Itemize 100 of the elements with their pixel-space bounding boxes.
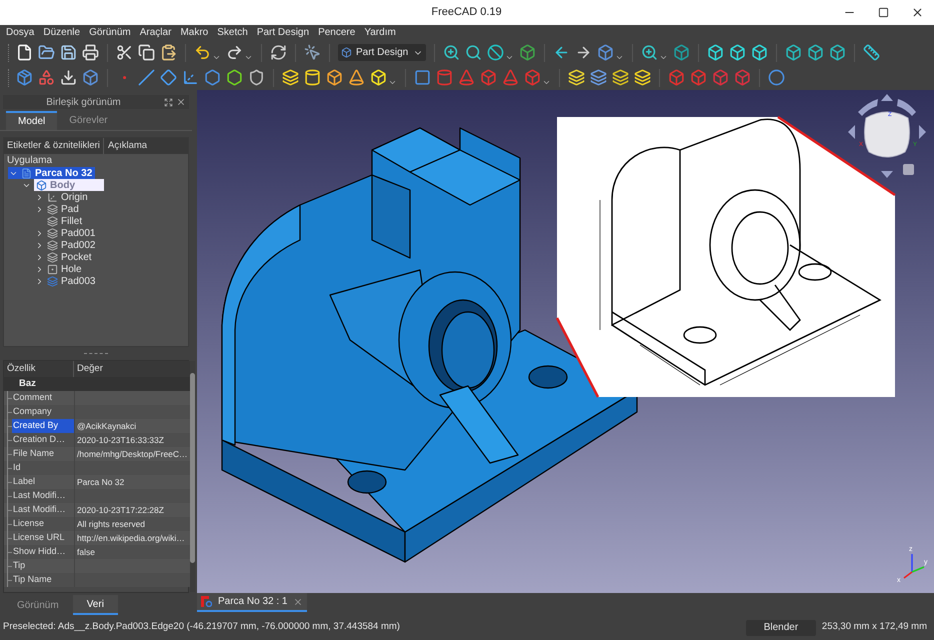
property-value[interactable]: @AcikKaynakci (77, 420, 136, 432)
magnifier-icon[interactable] (465, 44, 482, 61)
magnifier-icon[interactable] (641, 44, 658, 61)
property-value[interactable]: Parca No 32 (77, 476, 124, 488)
property-name[interactable]: Created By (12, 419, 74, 433)
layers-icon[interactable] (634, 69, 651, 86)
tree-item[interactable]: Pad001 (34, 227, 98, 239)
menu-item[interactable]: Pencere (318, 25, 356, 40)
file-icon[interactable] (16, 44, 33, 61)
cube-icon[interactable] (751, 44, 768, 61)
layers-icon[interactable] (612, 69, 629, 86)
panel-tab[interactable]: Model (6, 111, 58, 130)
layers-icon[interactable] (282, 69, 299, 86)
navigation-cube-drawing[interactable] (848, 94, 926, 178)
close-icon[interactable] (911, 6, 924, 19)
cube-icon[interactable] (707, 44, 724, 61)
caret-icon[interactable] (388, 78, 397, 87)
download-icon[interactable] (60, 69, 77, 86)
property-value[interactable]: All rights reserved (77, 518, 146, 530)
tree-item[interactable]: Parca No 32 (8, 167, 96, 179)
property-value[interactable]: http://en.wikipedia.org/wiki… (77, 532, 185, 544)
undo-icon[interactable] (194, 44, 211, 61)
cube-icon[interactable] (82, 69, 99, 86)
copy-icon[interactable] (138, 44, 155, 61)
property-value[interactable]: /home/mhg/Desktop/FreeC… (77, 448, 188, 460)
tree-item[interactable]: Hole (34, 263, 85, 275)
panel-tab[interactable]: Görevler (57, 111, 120, 130)
property-name[interactable]: License (12, 517, 74, 531)
scissors-icon[interactable] (116, 44, 133, 61)
shield-icon[interactable] (248, 69, 265, 86)
shapes-icon[interactable] (38, 69, 55, 86)
hexagon-icon[interactable] (226, 69, 243, 86)
clipboard-icon[interactable] (160, 44, 177, 61)
folder-icon[interactable] (38, 44, 55, 61)
maximize-icon[interactable] (878, 7, 889, 18)
cube-icon[interactable] (807, 44, 824, 61)
column-header[interactable]: Etiketler & öznitelikleri (4, 138, 104, 154)
menu-item[interactable]: Makro (180, 25, 208, 40)
property-value[interactable]: 2020-10-23T16:33:33Z (77, 434, 164, 446)
refresh-icon[interactable] (270, 44, 287, 61)
property-name[interactable]: File Name (12, 447, 74, 461)
scrollbar[interactable] (190, 361, 195, 592)
tree-item[interactable]: Pad003 (34, 275, 98, 287)
menu-item[interactable]: Araçlar (140, 25, 172, 40)
property-name[interactable]: Label (12, 475, 74, 489)
zoom-icon[interactable] (443, 44, 460, 61)
cylinder-icon[interactable] (304, 69, 321, 86)
axes-icon[interactable] (182, 69, 199, 86)
cube-icon[interactable] (729, 44, 746, 61)
cube-icon[interactable] (673, 44, 690, 61)
layers-icon[interactable] (590, 69, 607, 86)
sphere-icon[interactable] (768, 69, 785, 86)
cube-icon[interactable] (519, 44, 536, 61)
tree-item[interactable]: Pad002 (34, 239, 98, 251)
panel-tab[interactable]: Görünüm (3, 595, 73, 615)
square-icon[interactable] (414, 69, 431, 86)
column-header[interactable]: Açıklama (104, 138, 188, 154)
menu-item[interactable]: Sketch (217, 25, 248, 40)
property-name[interactable]: Creation D… (12, 433, 74, 447)
menu-item[interactable]: Dosya (6, 25, 34, 40)
cube-icon[interactable] (785, 44, 802, 61)
menu-item[interactable]: Görünüm (89, 25, 131, 40)
caret-icon[interactable] (244, 53, 253, 62)
caret-icon[interactable] (615, 53, 624, 62)
panel-tab[interactable]: Veri (72, 595, 118, 615)
caret-icon[interactable] (505, 53, 514, 62)
menu-item[interactable]: Part Design (256, 25, 310, 40)
back-arrow-icon[interactable] (553, 44, 570, 61)
property-name[interactable]: Last Modifi… (12, 503, 74, 517)
navigation-style-button[interactable]: Blender (746, 620, 816, 636)
diamond-icon[interactable] (160, 69, 177, 86)
layers-icon[interactable] (568, 69, 585, 86)
property-value[interactable]: 2020-10-23T17:22:28Z (77, 504, 164, 516)
cube-icon[interactable] (829, 44, 846, 61)
document-tab[interactable]: Parca No 32 : 1 (197, 593, 308, 612)
menu-item[interactable]: Düzenle (43, 25, 80, 40)
property-name[interactable]: License URL (12, 531, 74, 545)
tree-item[interactable]: Body (21, 179, 107, 191)
rename-field[interactable]: Body (34, 179, 104, 191)
ruler-icon[interactable] (863, 44, 880, 61)
property-value[interactable]: false (77, 546, 95, 558)
tree-item[interactable]: Fillet (34, 215, 86, 227)
tree-item[interactable]: Pocket (34, 251, 95, 263)
cube-icon[interactable] (597, 44, 614, 61)
line-icon[interactable] (138, 69, 155, 86)
redo-icon[interactable] (226, 44, 243, 61)
printer-icon[interactable] (82, 44, 99, 61)
column-header[interactable]: Değer (74, 361, 190, 377)
menu-item[interactable]: Yardım (364, 25, 396, 40)
tree-item[interactable]: Origin (34, 191, 91, 203)
property-name[interactable]: Show Hidd… (12, 545, 74, 559)
pointer-icon[interactable] (304, 44, 321, 61)
float-icon[interactable] (164, 98, 173, 106)
no-entry-icon[interactable] (487, 44, 504, 61)
hexagon-icon[interactable] (204, 69, 221, 86)
caret-icon[interactable] (212, 53, 221, 62)
save-icon[interactable] (60, 44, 77, 61)
caret-icon[interactable] (659, 53, 668, 62)
caret-icon[interactable] (542, 78, 551, 87)
cube-icon[interactable] (326, 69, 343, 86)
